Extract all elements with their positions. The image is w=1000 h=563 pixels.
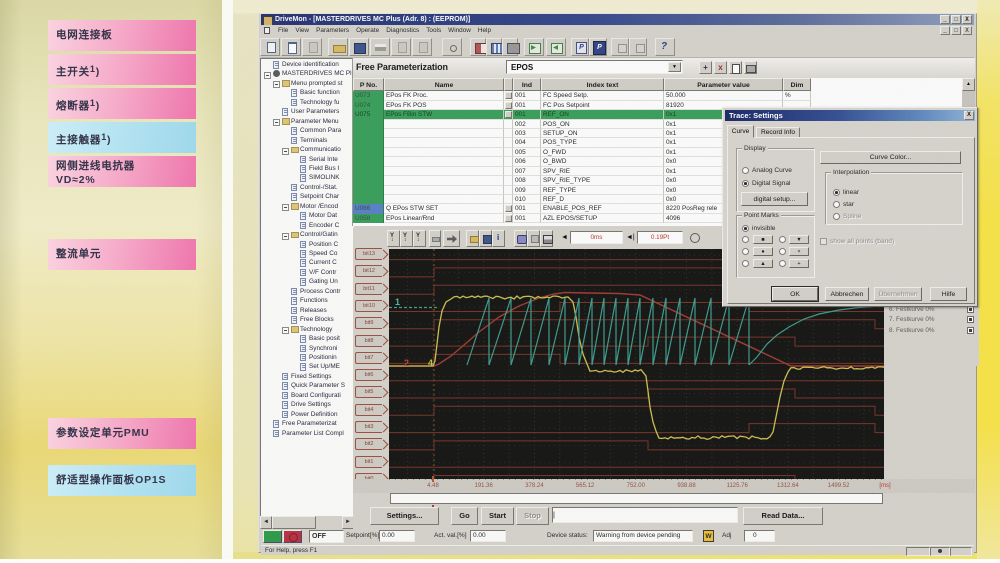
svg-text:4: 4 — [428, 358, 433, 368]
svg-text:1: 1 — [395, 297, 400, 307]
svg-text:2: 2 — [404, 358, 409, 368]
